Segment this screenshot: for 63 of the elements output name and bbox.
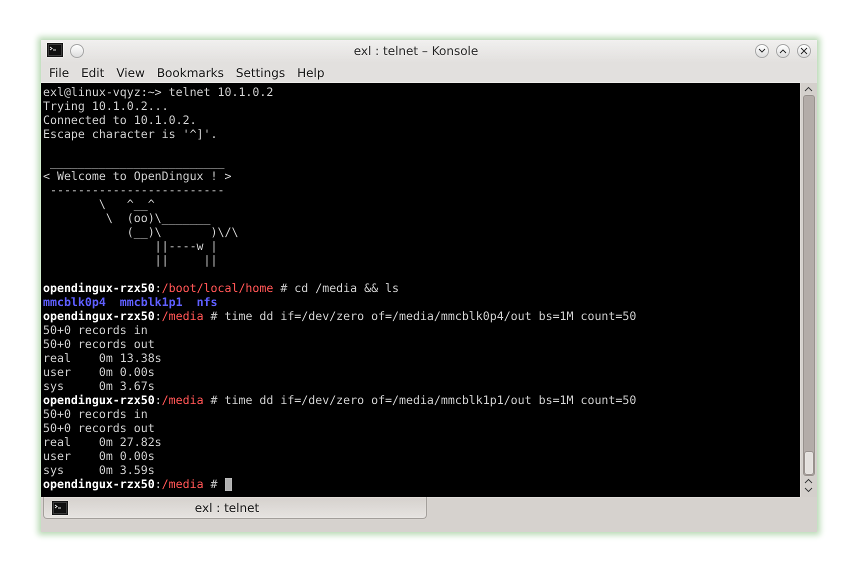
prompt-path: /boot/local/home (162, 281, 274, 295)
chevron-down-icon (758, 48, 766, 54)
minimize-button[interactable] (755, 44, 769, 58)
menu-item[interactable]: Bookmarks (150, 66, 230, 80)
menu-item[interactable]: Settings (230, 66, 292, 80)
terminal-text: Connected to 10.1.0.2. (43, 113, 197, 127)
menu-item[interactable]: File (43, 66, 76, 80)
menu-item[interactable]: View (110, 66, 151, 80)
directory-name: mmcblk0p4 (43, 295, 106, 309)
prompt-hostname: opendingux-rzx50 (43, 309, 155, 323)
terminal-text: real 0m 13.38s (43, 351, 162, 365)
close-icon (800, 47, 808, 55)
terminal-text: < Welcome to OpenDingux ! > (43, 169, 232, 183)
terminal-text: Trying 10.1.0.2... (43, 99, 169, 113)
terminal-text: user 0m 0.00s (43, 365, 155, 379)
prompt-hostname: opendingux-rzx50 (43, 281, 155, 295)
terminal-text: : (154, 477, 162, 491)
scrollbar[interactable] (800, 83, 817, 497)
menu-item[interactable]: Help (291, 66, 330, 80)
directory-name: nfs (196, 295, 218, 309)
terminal-text: sys 0m 3.59s (43, 463, 155, 477)
terminal-text: (__)\ )\/\ (126, 225, 238, 239)
terminal-icon (47, 42, 63, 56)
menu-item[interactable]: Edit (75, 66, 110, 80)
terminal-text: exl@linux-vqyz:~> telnet 10.1.0.2 (43, 85, 274, 99)
terminal-icon (52, 500, 68, 514)
terminal-text: # time dd if=/dev/zero of=/media/mmcblk1p1/out bs=1M count=50 (210, 393, 636, 407)
terminal-text: Escape character is '^]'. (43, 127, 218, 141)
text-cursor (224, 478, 232, 490)
maximize-button[interactable] (776, 44, 790, 58)
scroll-up-icon[interactable] (804, 478, 813, 484)
terminal-text: \ ^__^ (98, 197, 155, 211)
terminal-text: # time dd if=/dev/zero of=/media/mmcblk0p4/out bs=1M count=50 (210, 309, 636, 323)
terminal-text: user 0m 0.00s (43, 449, 155, 463)
terminal-text: sys 0m 3.67s (43, 379, 155, 393)
prompt-hostname: opendingux-rzx50 (43, 477, 155, 491)
terminal-text: : (154, 393, 162, 407)
directory-name: mmcblk1p1 (120, 295, 183, 309)
terminal-text: : (154, 281, 162, 295)
terminal-text: : (154, 309, 162, 323)
prompt-path: /media (162, 393, 204, 407)
prompt-hostname: opendingux-rzx50 (43, 393, 155, 407)
terminal-text: # cd /media && ls (279, 281, 399, 295)
terminal-text: 50+0 records out (43, 337, 155, 351)
prompt-path: /media (162, 309, 204, 323)
tab[interactable]: exl : telnet (43, 497, 427, 519)
chevron-up-icon (779, 48, 787, 54)
terminal-text: 50+0 records in (43, 323, 148, 337)
terminal-text: \ (oo)\_______ (104, 211, 211, 225)
terminal-text: real 0m 27.82s (43, 435, 162, 449)
prompt-path: /media (162, 477, 204, 491)
terminal-text: ------------------------- (48, 183, 224, 197)
scrollbar-thumb[interactable] (804, 451, 814, 475)
terminal-text: 50+0 records in (43, 407, 148, 421)
terminal-text: 50+0 records out (43, 421, 155, 435)
terminal-text: ||----w | (154, 239, 218, 253)
window-title: exl : telnet – Konsole (352, 44, 480, 58)
terminal-text: # (210, 477, 219, 491)
close-button[interactable] (797, 44, 811, 58)
scroll-down-icon[interactable] (804, 487, 813, 493)
terminal-text: || || (154, 253, 218, 267)
terminal-text: _________________________ (48, 155, 224, 169)
scroll-up-icon[interactable] (804, 86, 813, 92)
